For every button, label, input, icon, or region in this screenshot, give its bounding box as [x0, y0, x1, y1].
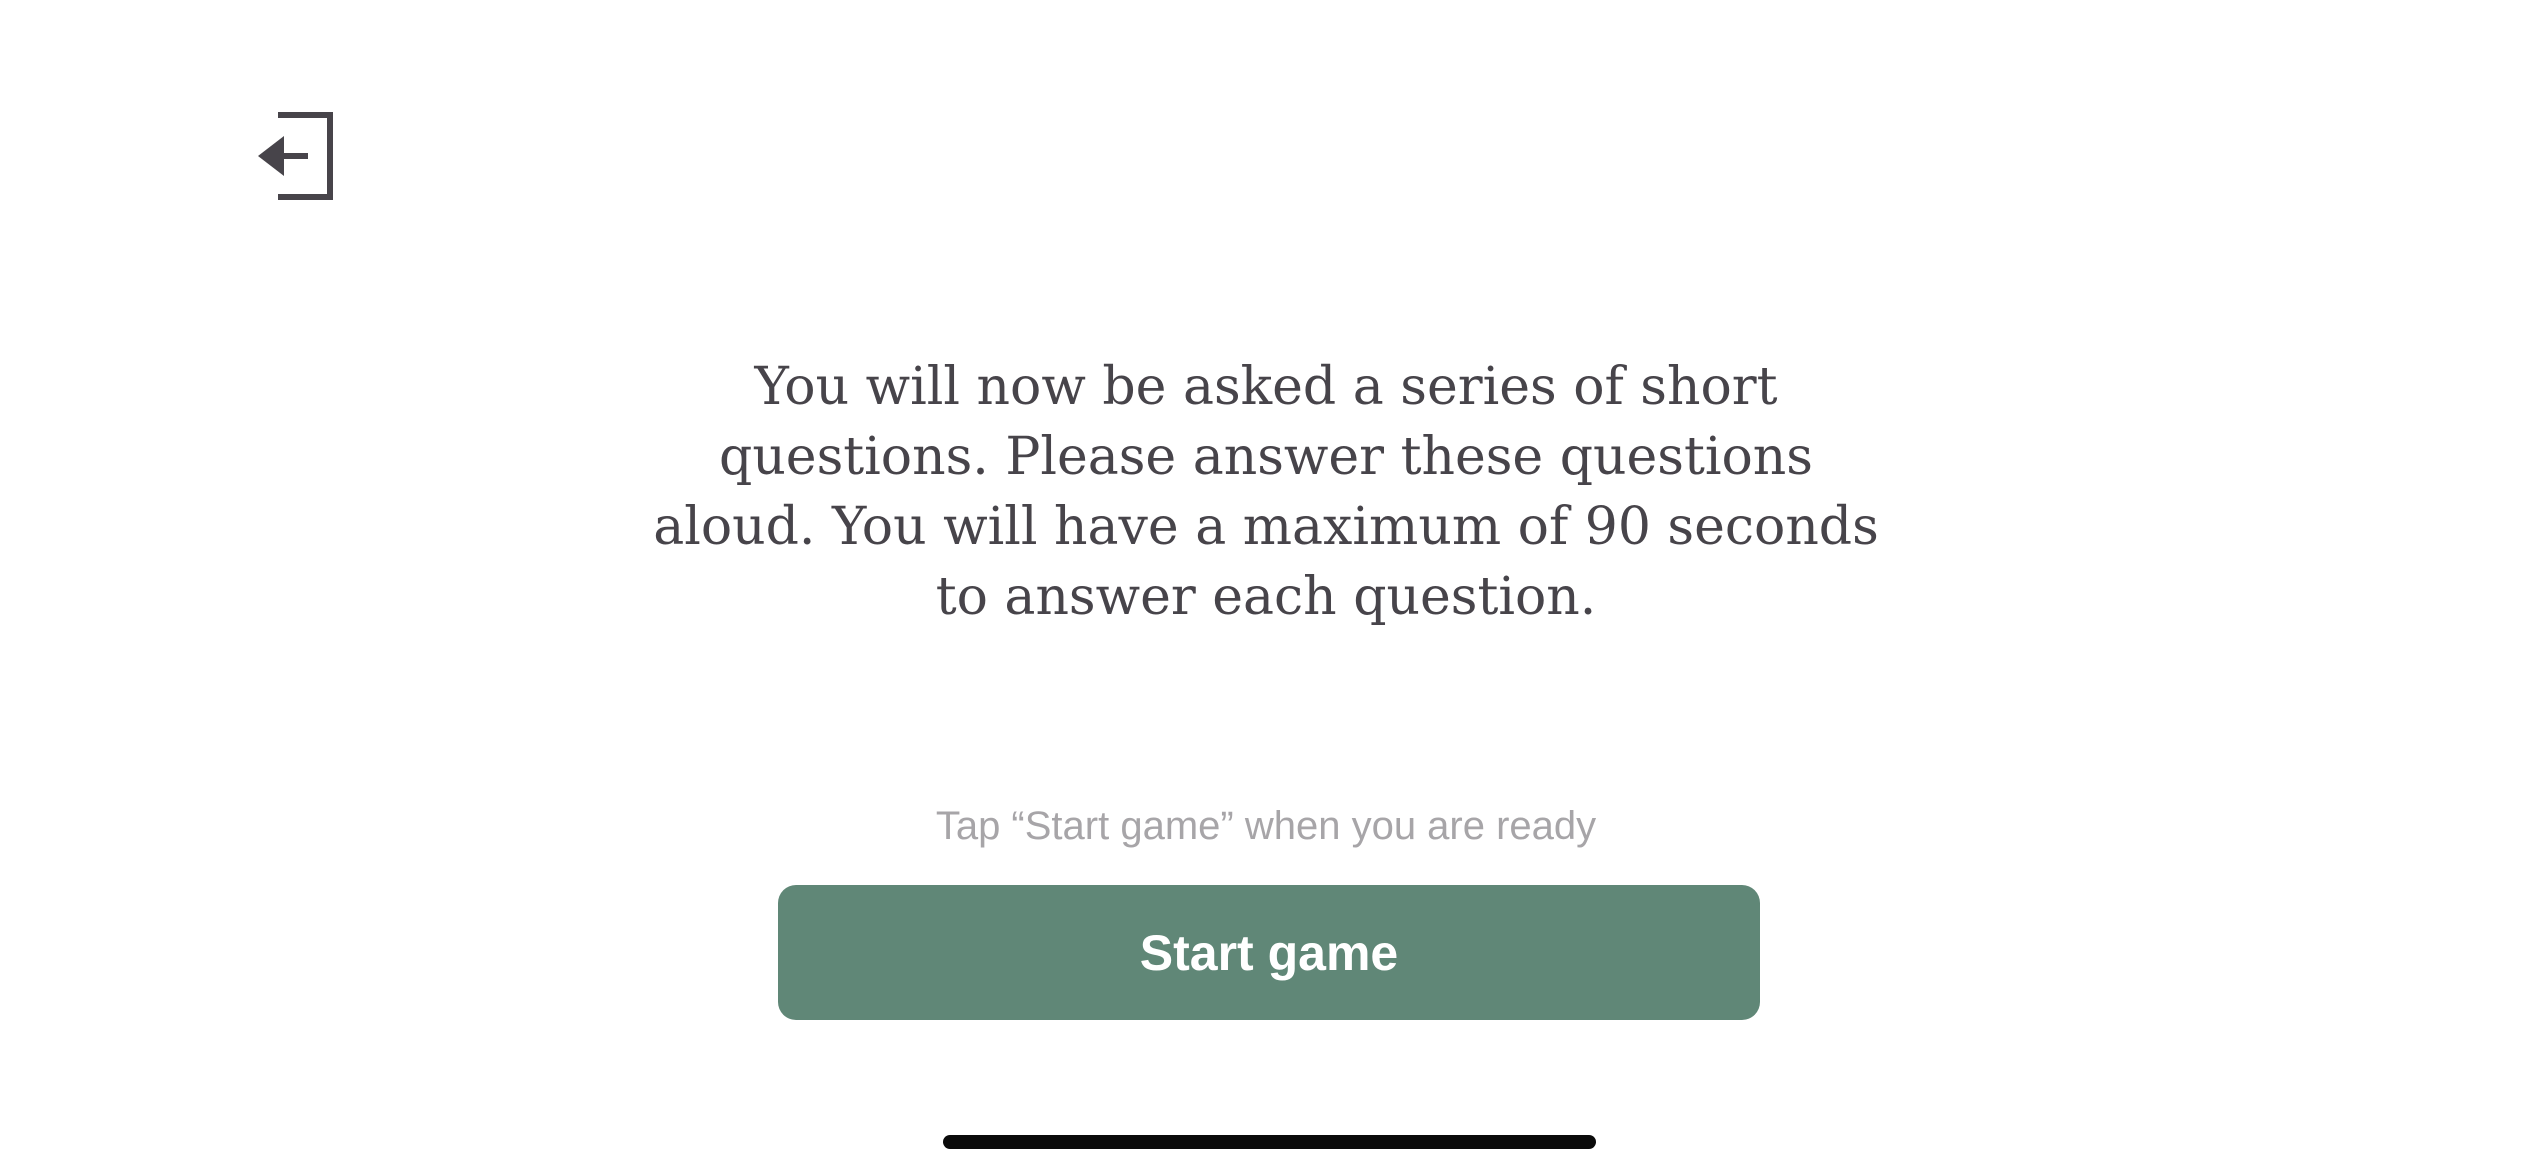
instructions-text: You will now be asked a series of short …	[653, 357, 1879, 627]
start-hint: Tap “Start game” when you are ready	[935, 804, 1597, 848]
exit-button[interactable]	[258, 112, 338, 200]
home-indicator[interactable]	[943, 1135, 1596, 1149]
start-game-button[interactable]: Start game	[778, 885, 1760, 1020]
exit-arrow-icon	[258, 112, 333, 200]
